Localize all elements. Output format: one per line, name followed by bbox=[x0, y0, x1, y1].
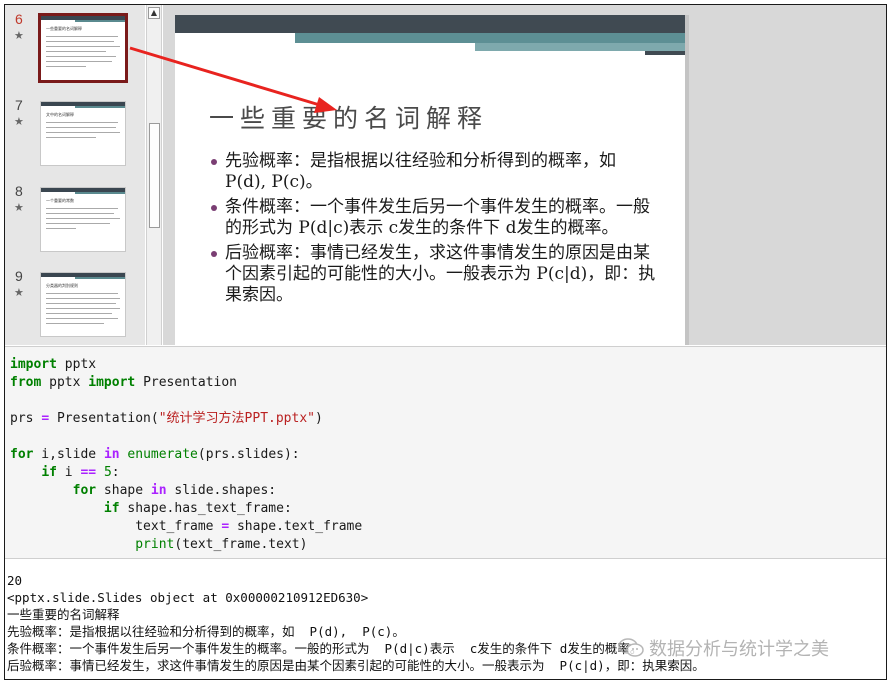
code-line: for i,slide in enumerate(prs.slides): bbox=[10, 447, 300, 462]
slide-number: 7 bbox=[15, 97, 23, 113]
watermark-text: 数据分析与统计学之美 bbox=[649, 639, 829, 660]
bullet-item: 条件概率：一个事件发生后另一个事件发生的概率。一般的形式为 P(d|c)表示 c… bbox=[209, 197, 659, 239]
thumbnail-title: 文中的名词解释 bbox=[46, 112, 74, 117]
slide-number: 9 bbox=[15, 268, 23, 284]
slide-header-accent bbox=[295, 33, 685, 43]
slide-canvas[interactable]: 一些重要的名词解释 先验概率：是指根据以往经验和分析得到的概率，如 P(d), … bbox=[175, 15, 685, 345]
thumbnail-item-7[interactable]: 7 ★ 文中的名词解释 bbox=[5, 97, 145, 177]
code-line: text_frame = shape.text_frame bbox=[135, 519, 363, 534]
slide-header-accent bbox=[475, 43, 685, 51]
slide-thumbnail[interactable]: 分类器的判别规则 bbox=[40, 272, 126, 337]
bullet-text: 条件概率：一个事件发生后另一个事件发生的概率。一般的形式为 P(d|c)表示 c… bbox=[225, 197, 650, 238]
slide-bullet-list[interactable]: 先验概率：是指根据以往经验和分析得到的概率，如 P(d), P(c)。 条件概率… bbox=[209, 151, 659, 310]
slide-title[interactable]: 一些重要的名词解释 bbox=[209, 99, 488, 135]
thumbnail-item-9[interactable]: 9 ★ 分类器的判别规则 bbox=[5, 268, 145, 345]
thumbnail-title: 分类器的判别规则 bbox=[46, 283, 78, 288]
wechat-icon bbox=[618, 638, 644, 657]
cell-output: 20 <pptx.slide.Slides object at 0x0000021… bbox=[5, 560, 886, 679]
code-cell[interactable]: import pptx from pptx import Presentation… bbox=[5, 346, 886, 559]
bullet-text: 先验概率：是指根据以往经验和分析得到的概率，如 P(d), P(c)。 bbox=[225, 151, 616, 192]
bullet-dot-icon bbox=[211, 251, 217, 257]
code-line: if shape.has_text_frame: bbox=[103, 501, 292, 516]
code-line: prs = Presentation("统计学习方法PPT.pptx") bbox=[10, 411, 323, 426]
star-icon: ★ bbox=[14, 201, 24, 214]
code-line: print(text_frame.text) bbox=[135, 537, 308, 552]
output-line: 先验概率：是指根据以往经验和分析得到的概率，如 P(d), P(c)。 bbox=[7, 624, 405, 639]
output-text: 20 <pptx.slide.Slides object at 0x0000021… bbox=[7, 572, 705, 674]
output-line: 条件概率：一个事件发生后另一个事件发生的概率。一般的形式为 P(d|c)表示 c… bbox=[7, 641, 643, 656]
bullet-dot-icon bbox=[211, 205, 217, 211]
slide-header-bar bbox=[175, 15, 685, 33]
star-icon: ★ bbox=[14, 29, 24, 42]
code-line: for shape in slide.shapes: bbox=[72, 483, 277, 498]
output-line: 20 bbox=[7, 573, 23, 588]
slide-thumbnail[interactable]: 一些重要的名词解释 bbox=[38, 13, 128, 83]
slide-number: 6 bbox=[15, 11, 23, 27]
output-line: 后验概率：事情已经发生，求这件事情发生的原因是由某个因素引起的可能性的大小。一般… bbox=[7, 658, 705, 673]
code-editor[interactable]: import pptx from pptx import Presentation… bbox=[10, 356, 362, 554]
powerpoint-window: 6 ★ 一些重要的名词解释 7 ★ 文中的名词解释 8 ★ 一个重要的常数 9 … bbox=[5, 5, 886, 345]
slide-thumbnail[interactable]: 文中的名词解释 bbox=[40, 101, 126, 166]
star-icon: ★ bbox=[14, 286, 24, 299]
bullet-dot-icon bbox=[211, 159, 217, 165]
thumbnail-title: 一个重要的常数 bbox=[46, 198, 74, 203]
code-line: if i == 5: bbox=[41, 465, 120, 480]
thumbnail-scrollbar[interactable]: ▲ bbox=[146, 5, 162, 345]
bullet-item: 后验概率：事情已经发生，求这件事情发生的原因是由某个因素引起的可能性的大小。一般… bbox=[209, 243, 659, 306]
code-line: from pptx import Presentation bbox=[10, 375, 237, 390]
slide-thumbnail[interactable]: 一个重要的常数 bbox=[40, 187, 126, 252]
thumbnail-title: 一些重要的名词解释 bbox=[46, 26, 82, 31]
screenshot-frame: 6 ★ 一些重要的名词解释 7 ★ 文中的名词解释 8 ★ 一个重要的常数 9 … bbox=[4, 4, 887, 680]
scrollbar-thumb[interactable] bbox=[149, 123, 160, 228]
bullet-item: 先验概率：是指根据以往经验和分析得到的概率，如 P(d), P(c)。 bbox=[209, 151, 659, 193]
slide-thumbnail-pane: 6 ★ 一些重要的名词解释 7 ★ 文中的名词解释 8 ★ 一个重要的常数 9 … bbox=[5, 5, 145, 345]
watermark: 数据分析与统计学之美 bbox=[617, 635, 829, 661]
scroll-up-arrow-icon[interactable]: ▲ bbox=[148, 7, 160, 19]
slide-edge-shadow bbox=[685, 15, 689, 345]
output-line: 一些重要的名词解释 bbox=[7, 607, 120, 622]
bullet-text: 后验概率：事情已经发生，求这件事情发生的原因是由某个因素引起的可能性的大小。一般… bbox=[225, 243, 656, 305]
code-line: import pptx bbox=[10, 357, 97, 372]
thumbnail-item-6[interactable]: 6 ★ 一些重要的名词解释 bbox=[5, 11, 145, 91]
thumbnail-item-8[interactable]: 8 ★ 一个重要的常数 bbox=[5, 183, 145, 263]
output-line: <pptx.slide.Slides object at 0x000002109… bbox=[7, 590, 369, 605]
slide-header-accent bbox=[645, 51, 685, 55]
slide-number: 8 bbox=[15, 183, 23, 199]
star-icon: ★ bbox=[14, 115, 24, 128]
